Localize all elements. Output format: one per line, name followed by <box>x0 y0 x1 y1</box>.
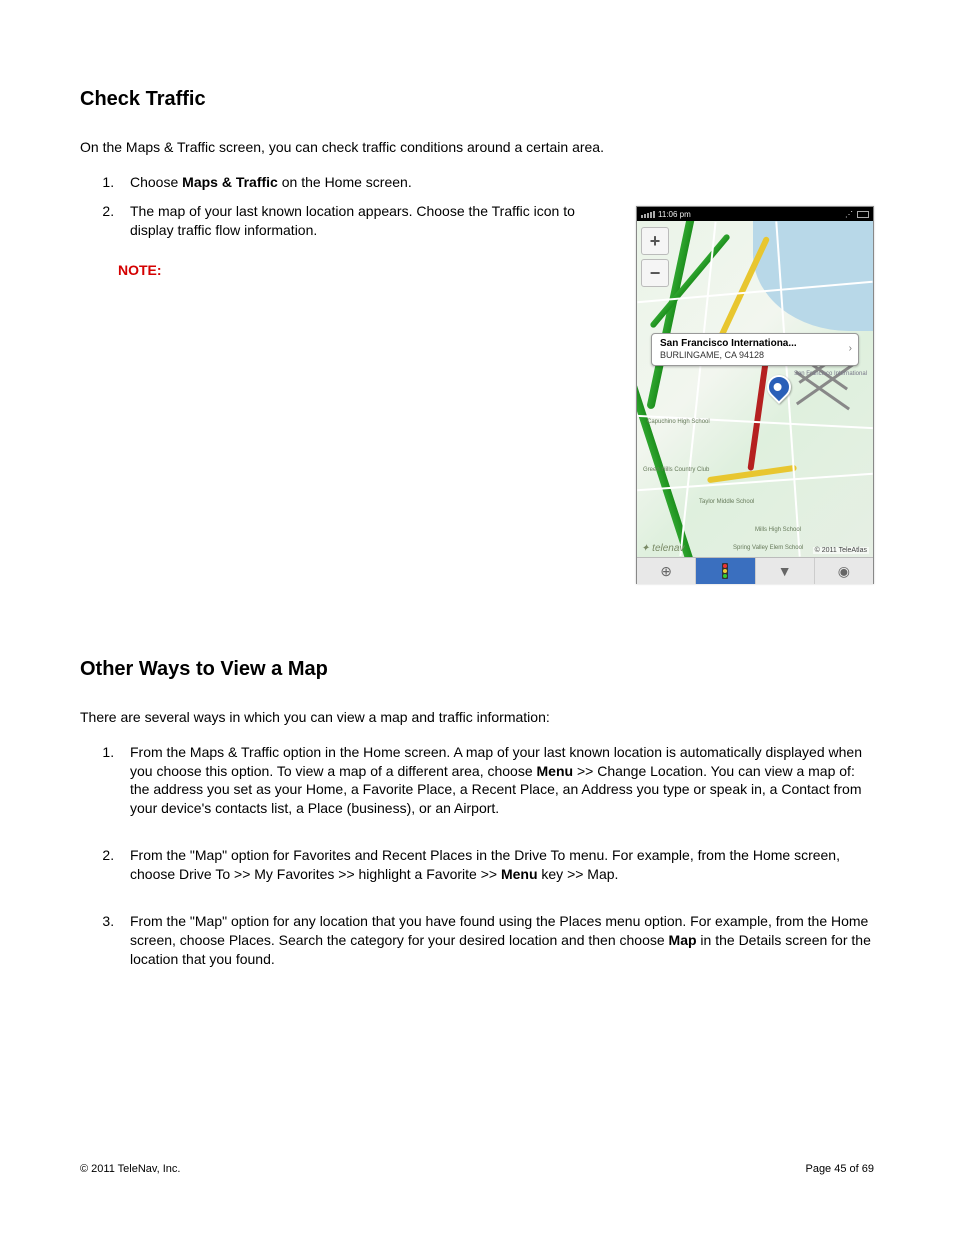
step-1: Choose Maps & Traffic on the Home screen… <box>118 173 874 192</box>
ways-list: From the Maps & Traffic option in the Ho… <box>118 743 874 969</box>
way-3: From the "Map" option for any location t… <box>118 912 874 969</box>
battery-icon <box>857 211 869 218</box>
wifi-icon: ⋰ <box>845 210 853 219</box>
footer-page: Page 45 of 69 <box>805 1163 874 1175</box>
map-label-greenhills: Green Hills Country Club <box>643 467 709 473</box>
locate-button[interactable]: ⊕ <box>637 558 696 584</box>
way-1: From the Maps & Traffic option in the Ho… <box>118 743 874 819</box>
intro-other-ways: There are several ways in which you can … <box>80 709 874 725</box>
way-3-bold: Map <box>669 932 697 948</box>
map-area[interactable]: Capuchino High School Green Hills Countr… <box>637 221 873 557</box>
places-button[interactable]: ◉ <box>815 558 873 584</box>
step-1-bold: Maps & Traffic <box>182 174 278 190</box>
pin-icon: ◉ <box>838 563 850 580</box>
signal-bars-icon <box>641 211 655 218</box>
status-bar: 11:06 pm ⋰ <box>637 207 873 221</box>
zoom-out-button[interactable]: − <box>641 259 669 287</box>
map-copyright: © 2011 TeleAtlas <box>813 547 869 554</box>
map-bottom-bar: ⊕ ▼ ◉ <box>637 557 873 584</box>
map-label-mills: Mills High School <box>755 527 801 533</box>
crosshair-icon: ⊕ <box>660 563 672 580</box>
intro-check-traffic: On the Maps & Traffic screen, you can ch… <box>80 139 874 155</box>
map-screenshot: 11:06 pm ⋰ <box>636 206 874 584</box>
traffic-light-icon <box>722 563 728 579</box>
map-label-spring: Spring Valley Elem School <box>733 545 803 551</box>
map-label-sfo: San Francisco International <box>794 371 867 377</box>
camera-button[interactable]: ▼ <box>756 558 815 584</box>
way-2-b: key >> Map. <box>538 866 619 882</box>
status-time: 11:06 pm <box>658 210 691 219</box>
heading-check-traffic: Check Traffic <box>80 88 874 111</box>
way-2-bold: Menu <box>501 866 538 882</box>
heading-other-ways: Other Ways to View a Map <box>80 658 874 681</box>
location-callout[interactable]: San Francisco Internationa... BURLINGAME… <box>651 333 859 366</box>
map-label-capuchino: Capuchino High School <box>647 419 710 425</box>
way-1-bold: Menu <box>537 763 574 779</box>
page-footer: © 2011 TeleNav, Inc. Page 45 of 69 <box>80 1163 874 1175</box>
zoom-in-button[interactable]: + <box>641 227 669 255</box>
traffic-button[interactable] <box>696 558 755 584</box>
chevron-right-icon: › <box>849 343 852 355</box>
way-2-a: From the "Map" option for Favorites and … <box>130 847 840 882</box>
brand-logo: ✦ telenav <box>641 543 684 554</box>
camera-icon: ▼ <box>778 563 792 579</box>
callout-title: San Francisco Internationa... <box>660 338 840 350</box>
step-2-text: The map of your last known location appe… <box>130 202 610 240</box>
map-label-taylor: Taylor Middle School <box>699 499 754 505</box>
step-1-post: on the Home screen. <box>278 174 412 190</box>
step-1-pre: Choose <box>130 174 182 190</box>
map-pin-icon <box>762 370 796 404</box>
footer-copyright: © 2011 TeleNav, Inc. <box>80 1163 180 1175</box>
callout-subtitle: BURLINGAME, CA 94128 <box>660 350 840 361</box>
way-2: From the "Map" option for Favorites and … <box>118 846 874 884</box>
